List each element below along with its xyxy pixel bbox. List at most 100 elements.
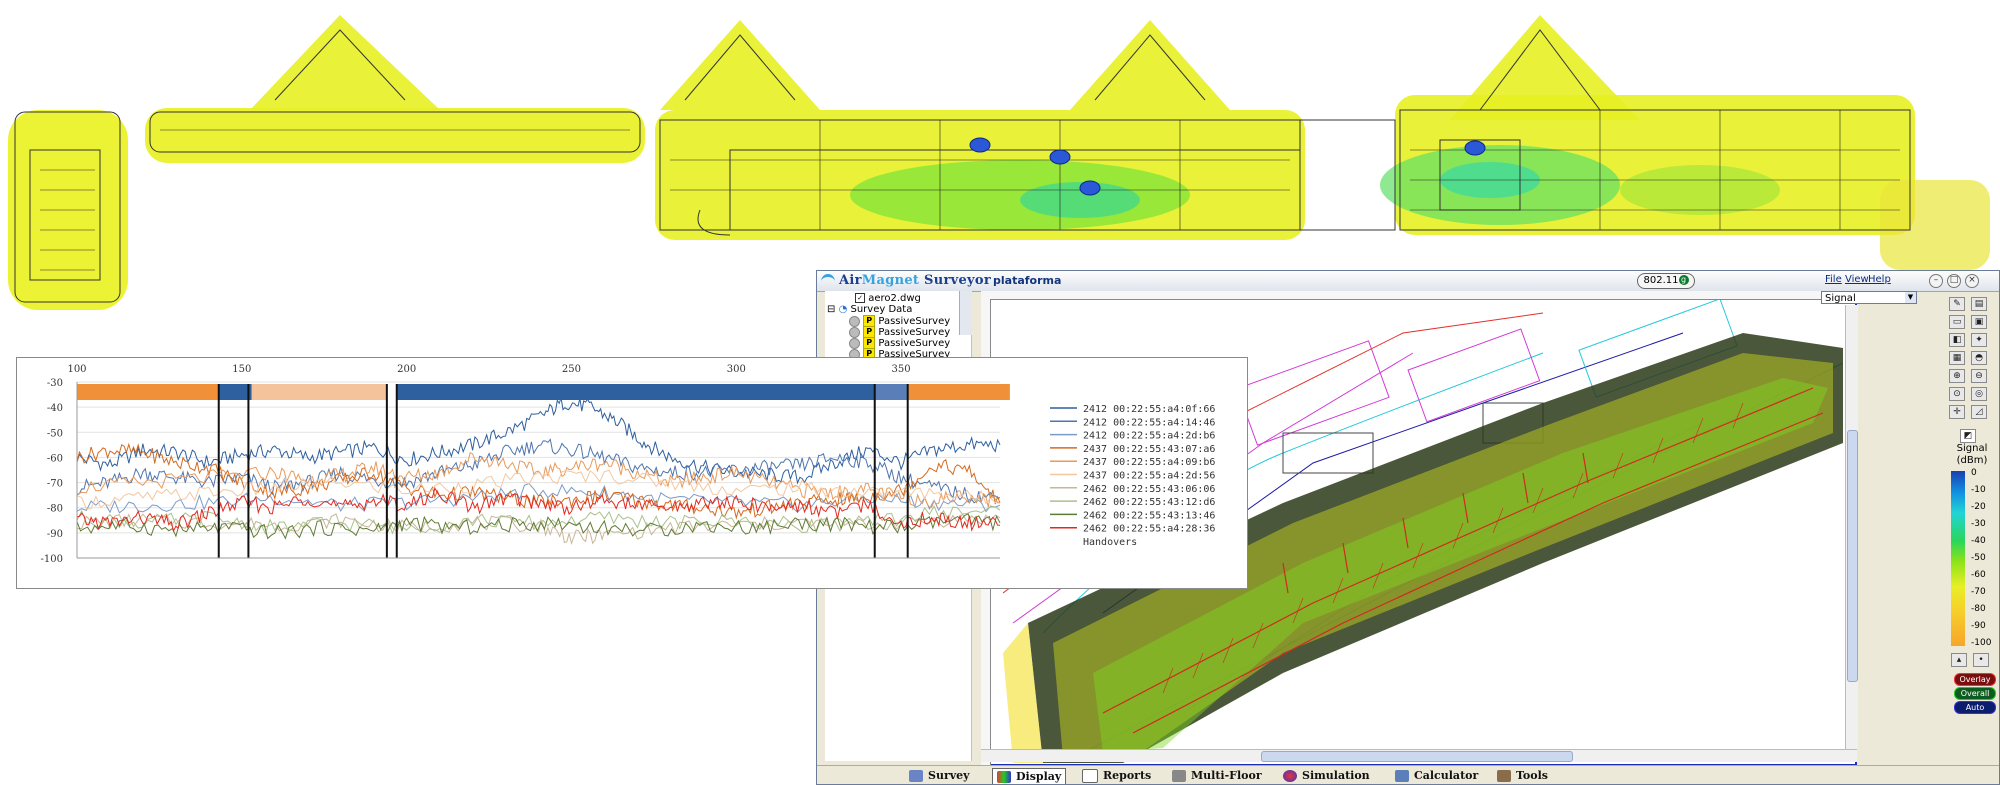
legend-tick: -100	[1971, 638, 1992, 648]
tree-item[interactable]: P PassiveSurvey	[825, 337, 971, 349]
zoom-fit-icon[interactable]: ⊙	[1949, 387, 1965, 401]
layer-select-value: Signal	[1825, 293, 1856, 304]
tree-item[interactable]: P PassiveSurvey	[825, 326, 971, 338]
paint-icon[interactable]: ◓	[1971, 351, 1987, 365]
scale-icon[interactable]: ◿	[1971, 405, 1987, 419]
series-line	[76, 396, 1001, 485]
app-name-surveyor: Surveyor	[919, 273, 992, 288]
tab-multi-floor[interactable]: Multi-Floor	[1172, 768, 1262, 784]
grid-icon[interactable]: ▦	[1949, 351, 1965, 365]
layer-select[interactable]: Signal ▼	[1821, 291, 1917, 304]
coverage-overlay	[8, 15, 1990, 310]
legend-tick: -30	[1971, 519, 1986, 529]
standard-badge: g	[1678, 275, 1689, 285]
zoom-in-icon[interactable]: ⊕	[1949, 369, 1965, 383]
image-icon[interactable]: ◧	[1949, 333, 1965, 347]
tree-item[interactable]: P PassiveSurvey	[825, 315, 971, 327]
legend-tick: -70	[1971, 587, 1986, 597]
legend-entry: 2462 00:22:55:43:12:d6	[1083, 497, 1215, 508]
tab-label: Multi-Floor	[1191, 769, 1262, 782]
tree-file-label: aero2.dwg	[868, 293, 921, 304]
handover-band	[907, 384, 1010, 400]
legend-entry: 2412 00:22:55:a4:14:46	[1083, 417, 1215, 428]
zoom-out-icon[interactable]: ⊖	[1971, 369, 1987, 383]
tab-display[interactable]: Display	[992, 768, 1067, 784]
chart-canvas: -30 -40 -50 -60 -70 -80 -90 -100 100 150 200 250 300…	[41, 364, 1216, 565]
tab-simulation[interactable]: Simulation	[1283, 768, 1370, 784]
tree-scrollbar[interactable]	[959, 291, 972, 335]
y-tick-label: -100	[41, 554, 63, 565]
chevron-down-icon[interactable]: ▼	[1905, 292, 1916, 303]
ruler-top	[981, 291, 1857, 300]
folder-icon: ◔	[838, 304, 848, 315]
handover-band	[874, 384, 908, 400]
tab-tools[interactable]: Tools	[1497, 768, 1548, 784]
y-tick-label: -70	[47, 479, 63, 490]
app-name-magnet: Magnet	[861, 273, 920, 288]
collapse-icon[interactable]: ⊟	[827, 304, 835, 315]
close-icon[interactable]: ×	[1965, 274, 1979, 288]
menu-file[interactable]: File	[1825, 274, 1842, 285]
tab-label: Display	[1016, 770, 1062, 783]
handover-band	[251, 384, 387, 400]
x-tick-label: 200	[397, 364, 416, 375]
tools-icon	[1497, 770, 1511, 782]
checkbox-icon[interactable]: ✓	[855, 293, 865, 303]
tree-file-row[interactable]: ✓ aero2.dwg	[825, 293, 971, 304]
simulation-icon	[1283, 770, 1297, 782]
wifi-standard-indicator[interactable]: 802.11 g	[1637, 273, 1695, 289]
tab-label: Simulation	[1302, 769, 1370, 782]
airmagnet-logo-icon	[821, 274, 835, 289]
legend-tick: -40	[1971, 536, 1986, 546]
flag-icon[interactable]: ◩	[1960, 429, 1976, 443]
signal-color-scale	[1951, 471, 1965, 646]
handover-bands	[77, 384, 1010, 400]
scroll-thumb[interactable]	[1261, 751, 1573, 762]
minimize-icon[interactable]: –	[1929, 274, 1943, 288]
map-horizontal-scrollbar[interactable]	[981, 749, 1857, 762]
status-circle-icon	[849, 337, 860, 349]
menu-view[interactable]: View	[1845, 274, 1869, 285]
zoom-area-icon[interactable]: ◎	[1971, 387, 1987, 401]
tab-survey[interactable]: Survey	[909, 768, 970, 784]
overlay-button[interactable]: Overlay	[1954, 673, 1996, 686]
legend-entry: 2462 00:22:55:a4:28:36	[1083, 524, 1215, 535]
signal-over-time-chart: -30 -40 -50 -60 -70 -80 -90 -100 100 150 200 250 300…	[16, 357, 1248, 589]
handover-band	[218, 384, 252, 400]
multi-floor-icon	[1172, 770, 1186, 782]
tree-survey-data-row[interactable]: ⊟ ◔ Survey Data	[825, 304, 971, 315]
handover-band	[396, 384, 875, 400]
auto-button[interactable]: Auto	[1954, 701, 1996, 714]
pick-icon[interactable]: ✎	[1949, 297, 1965, 311]
legend-handovers: Handovers	[1083, 537, 1137, 548]
title-bar: AirMagnet Surveyor plataforma 802.11 g Fi…	[817, 271, 1999, 292]
legend-entry: 2412 00:22:55:a4:0f:66	[1083, 404, 1215, 415]
ap-icon[interactable]: ▴	[1951, 653, 1967, 667]
x-tick-label: 150	[232, 364, 251, 375]
tree-survey-data-label: Survey Data	[850, 304, 913, 315]
survey-icon	[909, 770, 923, 782]
legend-tick: -20	[1971, 502, 1986, 512]
y-tick-label: -50	[47, 428, 63, 439]
open-icon[interactable]: ▭	[1949, 315, 1965, 329]
standard-label: 802.11	[1643, 275, 1679, 286]
legend-tick: -10	[1971, 485, 1986, 495]
dot-icon[interactable]: •	[1973, 653, 1989, 667]
overall-button[interactable]: Overall	[1954, 687, 1996, 700]
tab-calculator[interactable]: Calculator	[1395, 768, 1478, 784]
measure-icon[interactable]: ✛	[1949, 405, 1965, 419]
tab-reports[interactable]: Reports	[1082, 768, 1151, 784]
menu-help[interactable]: Help	[1868, 274, 1891, 285]
map-vertical-scrollbar[interactable]	[1845, 305, 1858, 749]
y-tick-label: -80	[47, 504, 63, 515]
display-icon	[997, 771, 1011, 783]
maximize-icon[interactable]: □	[1947, 274, 1961, 288]
walk-icon[interactable]: ✦	[1971, 333, 1987, 347]
tab-label: Tools	[1516, 769, 1548, 782]
status-circle-icon	[849, 315, 860, 327]
scroll-thumb[interactable]	[1847, 430, 1858, 682]
legend-tick: -80	[1971, 604, 1986, 614]
x-tick-label: 100	[67, 364, 86, 375]
save-icon[interactable]: ▣	[1971, 315, 1987, 329]
print-icon[interactable]: ▤	[1971, 297, 1987, 311]
